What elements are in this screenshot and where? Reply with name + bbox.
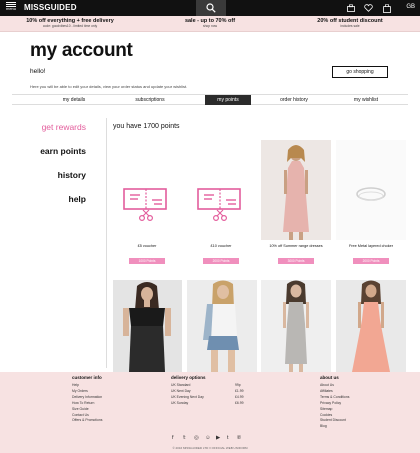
hamburger-icon <box>6 2 16 7</box>
sidebar-item-get-rewards[interactable]: get rewards <box>42 122 86 132</box>
twitter-icon[interactable]: 𝕥 <box>183 435 186 441</box>
account-tabs: my details subscriptions my points order… <box>12 94 408 105</box>
sidebar-divider <box>106 118 107 368</box>
promo-item[interactable]: sale - up to 70% off shop now <box>140 18 280 28</box>
bardot-top-photo[interactable] <box>113 280 182 372</box>
delivery-option-name: UK Next Day <box>171 389 191 393</box>
tab-my-points[interactable]: my points <box>205 95 251 105</box>
grey-midi-dress-photo[interactable] <box>261 280 331 372</box>
pinterest-icon[interactable]: ℗ <box>237 435 241 441</box>
redeem-points-button[interactable]: 2000 Points <box>203 258 239 264</box>
social-links: f 𝕥 ◎ ☺ ▶ t ℗ <box>172 435 252 443</box>
redeem-points-button[interactable]: 2000 Points <box>353 258 389 264</box>
promo-subtitle: includes sale <box>340 24 360 28</box>
sidebar-item-earn-points[interactable]: earn points <box>40 146 86 156</box>
region-selector[interactable]: GB <box>406 4 415 10</box>
account-description: Here you will be able to edit your detai… <box>30 84 188 89</box>
menu-button[interactable]: menu <box>3 2 19 14</box>
reward-caption: £10 voucher <box>210 244 232 248</box>
tab-order-history[interactable]: order history <box>262 95 326 105</box>
sidebar-item-help[interactable]: help <box>69 194 86 204</box>
reward-caption: 10% off Summer range dresses <box>269 244 323 248</box>
footer-link[interactable]: Offers & Promotions <box>72 418 102 424</box>
delivery-option-name: UK Sunday <box>171 401 189 405</box>
delivery-option-name: UK Standard <box>171 383 191 387</box>
delivery-option-name: UK Evening Next Day <box>171 395 204 399</box>
voucher-scissors-icon <box>197 188 241 221</box>
promo-item[interactable]: 10% off everything + free delivery code:… <box>0 18 140 28</box>
logo[interactable]: MISSGUIDED <box>24 3 77 12</box>
footer-customer-info: customer info Help My Orders Delivery In… <box>72 375 102 424</box>
pink-maxi-dress-photo[interactable] <box>336 280 406 372</box>
search-icon <box>206 3 216 13</box>
top-bar: menu MISSGUIDED GB <box>0 0 420 16</box>
points-balance: you have 1700 points <box>113 123 180 130</box>
tumblr-icon[interactable]: t <box>227 435 229 441</box>
delivery-option-price: £6.99 <box>235 401 244 405</box>
promo-subtitle: code: goodvibes10 - limited time only <box>42 24 98 28</box>
reward-caption: Free Metal layered choker <box>348 244 394 248</box>
footer-heading: delivery options <box>171 375 206 380</box>
delivery-option-price: 99p <box>235 383 241 387</box>
heart-icon[interactable] <box>364 4 373 12</box>
denim-shorts-photo[interactable] <box>187 280 257 372</box>
delivery-option-price: £1.99 <box>235 389 244 393</box>
search-button[interactable] <box>196 0 226 16</box>
snapchat-icon[interactable]: ☺ <box>205 435 211 441</box>
footer-link[interactable]: Terms & Conditions <box>320 395 349 401</box>
footer-about-us: about us About Us Affiliates Terms & Con… <box>320 375 349 430</box>
youtube-icon[interactable]: ▶ <box>216 435 220 441</box>
tab-subscriptions[interactable]: subscriptions <box>88 95 212 105</box>
facebook-icon[interactable]: f <box>172 435 174 441</box>
footer-link[interactable]: Delivery Information <box>72 395 102 401</box>
reward-caption: £5 voucher <box>137 244 157 248</box>
greeting: hello! <box>30 68 46 75</box>
instagram-icon[interactable]: ◎ <box>194 435 199 441</box>
go-shopping-button[interactable]: go shopping <box>332 66 388 78</box>
redeem-points-button[interactable]: 1000 Points <box>129 258 165 264</box>
page-title: my account <box>30 40 133 61</box>
bag-icon[interactable] <box>383 4 391 13</box>
tab-my-wishlist[interactable]: my wishlist <box>332 95 400 105</box>
account-icon[interactable] <box>347 4 355 12</box>
copyright: © 2016 MISSGUIDED LTD // OFFICIAL WEB UN… <box>172 446 248 450</box>
promo-strip: 10% off everything + free delivery code:… <box>0 16 420 32</box>
dress-photo <box>261 140 331 240</box>
footer-heading: about us <box>320 375 339 380</box>
footer-link[interactable]: Blog <box>320 424 349 430</box>
promo-item[interactable]: 20% off student discount includes sale <box>280 18 420 28</box>
footer-heading: customer info <box>72 375 102 380</box>
promo-subtitle: shop now <box>202 24 218 28</box>
choker-photo <box>336 140 406 240</box>
delivery-option-price: £4.99 <box>235 395 244 399</box>
redeem-points-button[interactable]: 3000 Points <box>278 258 314 264</box>
sidebar-item-history[interactable]: history <box>58 170 86 180</box>
voucher-scissors-icon <box>123 188 167 221</box>
footer-delivery-options: delivery options <box>171 375 206 383</box>
